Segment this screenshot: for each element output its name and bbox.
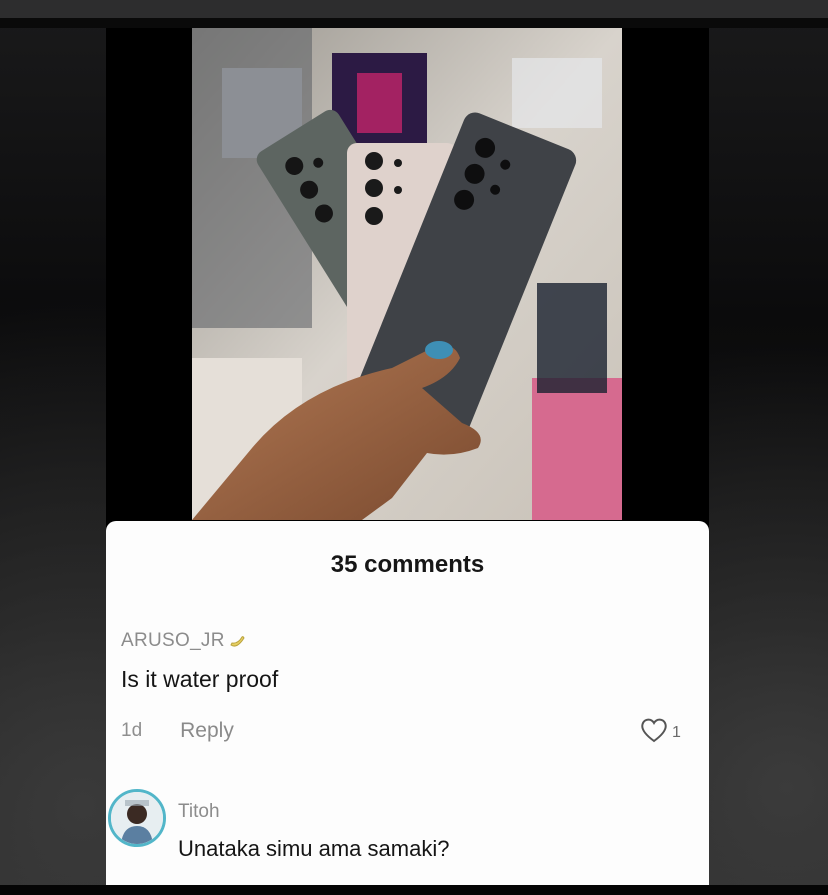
top-bar bbox=[0, 0, 828, 18]
comments-count-title: 35 comments bbox=[330, 551, 485, 578]
heart-icon bbox=[639, 716, 669, 749]
top-divider bbox=[0, 18, 828, 28]
comment-timestamp: 1d bbox=[121, 720, 143, 741]
post-media-image[interactable] bbox=[192, 28, 622, 520]
reply-text: Unataka simu ama samaki? bbox=[178, 836, 450, 861]
post-container: 35 comments ARUSO_JR Is it water proof 1… bbox=[106, 28, 709, 885]
banana-emoji-icon bbox=[227, 631, 247, 651]
comment-username-text: ARUSO_JR bbox=[121, 630, 225, 651]
phones-photo bbox=[192, 28, 622, 520]
comments-sheet: 35 comments ARUSO_JR Is it water proof 1… bbox=[106, 521, 709, 885]
reply-button[interactable]: Reply bbox=[180, 719, 234, 743]
bottom-bar bbox=[0, 885, 828, 895]
reply-username[interactable]: Titoh bbox=[178, 801, 220, 823]
comment-username[interactable]: ARUSO_JR bbox=[121, 630, 247, 652]
like-button[interactable]: 1 bbox=[639, 716, 681, 749]
comment-meta: 1d Reply bbox=[121, 719, 234, 743]
like-count: 1 bbox=[672, 723, 681, 741]
avatar[interactable] bbox=[108, 789, 166, 847]
comment-text: Is it water proof bbox=[121, 666, 279, 692]
